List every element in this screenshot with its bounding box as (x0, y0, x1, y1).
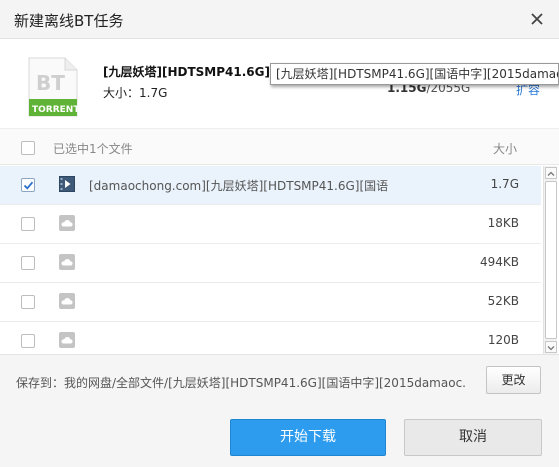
close-icon[interactable] (527, 9, 547, 29)
dialog-title: 新建离线BT任务 (14, 12, 124, 30)
cloud-file-icon (59, 254, 75, 270)
cancel-button[interactable]: 取消 (404, 419, 542, 456)
file-size: 494KB (479, 255, 519, 269)
file-row[interactable]: 52KB (0, 283, 541, 322)
video-file-icon (59, 176, 75, 192)
save-path: 保存到：我的网盘/全部文件/[九层妖塔][HDTSMP41.6G][国语中字][… (16, 376, 466, 390)
scroll-down-button[interactable] (545, 341, 557, 353)
file-list-header: 已选中1个文件 大小 (0, 128, 559, 165)
file-name: [damaochong.com][九层妖塔][HDTSMP41.6G][国语..… (89, 179, 389, 193)
torrent-size: 大小：1.7G (103, 86, 168, 100)
file-size: 52KB (487, 294, 519, 308)
change-path-button[interactable]: 更改 (486, 366, 541, 394)
scroll-up-button[interactable] (545, 167, 557, 179)
dialog-titlebar: 新建离线BT任务 (0, 0, 559, 39)
torrent-file-icon: BT TORRENT (28, 57, 80, 117)
file-checkbox[interactable] (21, 178, 35, 192)
file-row[interactable]: 120B (0, 322, 541, 354)
cloud-file-icon (59, 332, 75, 348)
size-column-header: 大小 (493, 142, 518, 156)
cloud-file-icon (59, 215, 75, 231)
name-tooltip: [九层妖塔][HDTSMP41.6G][国语中字][2015damaoc (270, 63, 559, 85)
cloud-file-icon (59, 293, 75, 309)
file-checkbox[interactable] (21, 334, 35, 348)
file-list: [damaochong.com][九层妖塔][HDTSMP41.6G][国语..… (0, 166, 541, 354)
file-row[interactable]: 18KB (0, 205, 541, 244)
scroll-thumb[interactable] (545, 181, 557, 339)
start-download-button[interactable]: 开始下载 (230, 419, 386, 456)
file-checkbox[interactable] (21, 217, 35, 231)
file-list-scrollbar[interactable] (543, 166, 557, 354)
torrent-name: [九层妖塔][HDTSMP41.6G][国 (103, 65, 273, 79)
file-checkbox[interactable] (21, 256, 35, 270)
torrent-icon-label: TORRENT (32, 105, 78, 115)
file-checkbox[interactable] (21, 295, 35, 309)
file-size: 1.7G (490, 177, 519, 191)
chevron-down-icon (547, 346, 555, 351)
chevron-up-icon (547, 171, 555, 176)
file-size: 18KB (487, 216, 519, 230)
torrent-icon-bt-text: BT (36, 71, 65, 95)
select-all-checkbox[interactable] (21, 141, 35, 155)
file-row[interactable]: [damaochong.com][九层妖塔][HDTSMP41.6G][国语..… (0, 166, 541, 205)
file-size: 120B (487, 333, 519, 347)
file-row[interactable]: 494KB (0, 244, 541, 283)
selected-count: 已选中1个文件 (53, 142, 133, 156)
